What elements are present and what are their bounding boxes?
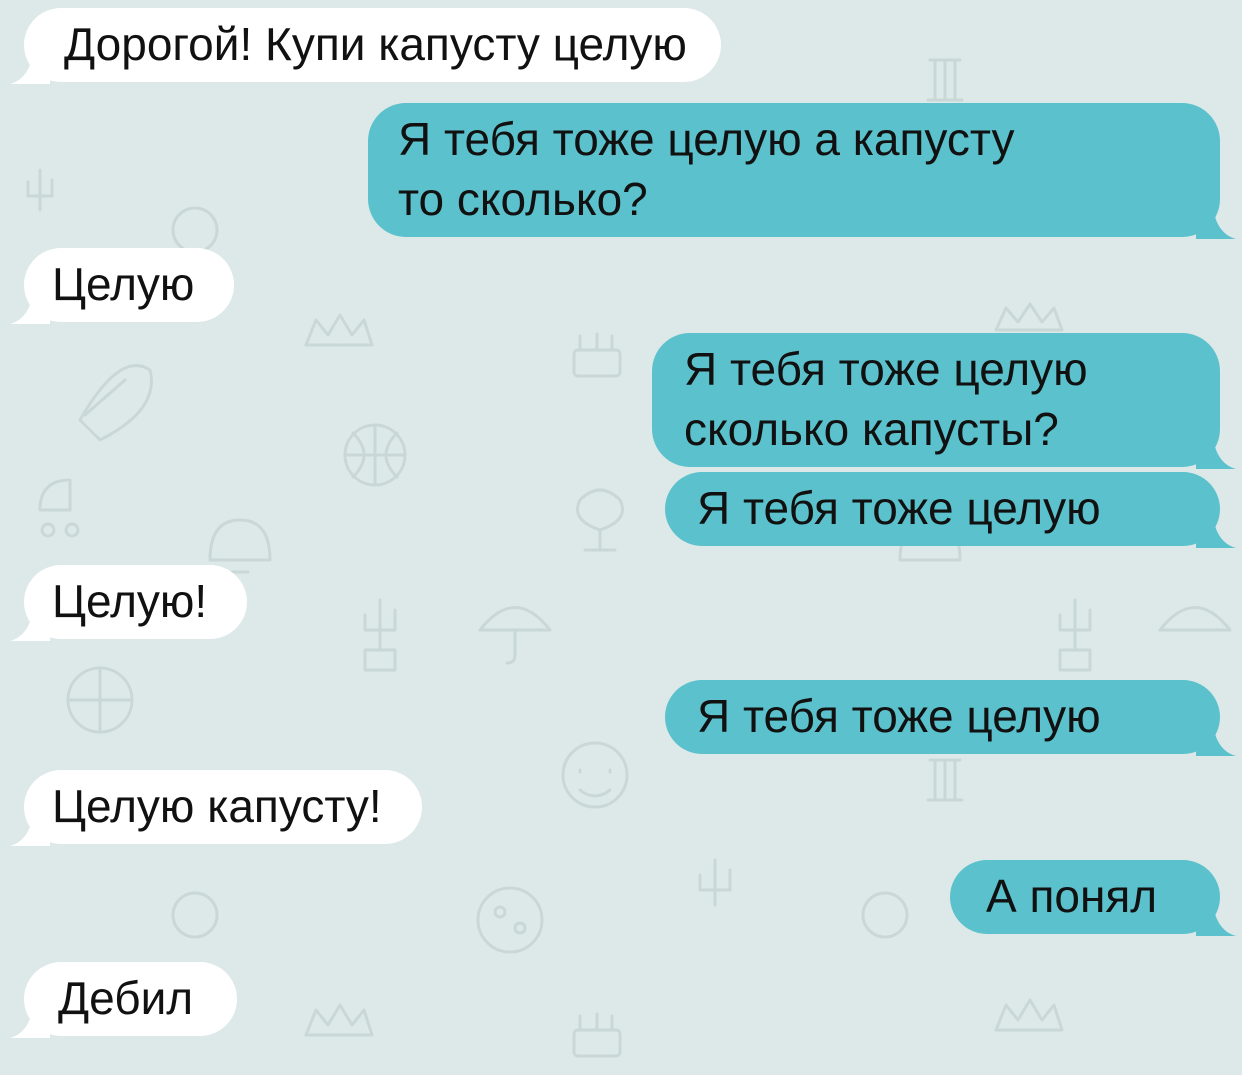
crown-icon — [994, 302, 1064, 332]
umbrella-icon — [478, 606, 552, 665]
umbrella-icon — [1158, 606, 1232, 632]
message-text: Целую капусту! — [52, 780, 382, 832]
cactus-icon — [1058, 598, 1092, 672]
message-text: Я тебя тоже целую а капусту — [398, 113, 1015, 165]
crown-icon — [304, 1003, 374, 1037]
smiley-icon — [561, 741, 629, 809]
cactus-icon — [698, 858, 732, 907]
message-bubble-outgoing[interactable]: Я тебя тоже целую сколько капусты? — [652, 333, 1236, 469]
basketball-icon — [343, 423, 407, 487]
basketball-icon — [66, 666, 134, 734]
message-text: А понял — [986, 870, 1158, 922]
leaf-icon — [78, 364, 153, 442]
message-bubble-outgoing[interactable]: А понял — [950, 860, 1236, 936]
bubble-tail — [10, 284, 50, 324]
bubble-tail — [1196, 429, 1236, 469]
message-text: Целую — [52, 258, 195, 310]
message-text: сколько капусты? — [684, 403, 1059, 455]
message-bubble-incoming[interactable]: Дорогой! Купи капусту целую — [10, 8, 721, 84]
stroller-icon — [38, 478, 80, 538]
message-text: Целую! — [52, 575, 208, 627]
lightbulb-icon — [861, 891, 909, 939]
crown-icon — [994, 998, 1064, 1032]
message-text: Дорогой! Купи капусту целую — [64, 18, 687, 70]
bubble-tail — [10, 806, 50, 846]
bubble-tail — [10, 601, 50, 641]
bubble-tail — [1196, 508, 1236, 548]
message-text: то сколько? — [398, 173, 648, 225]
bell-icon — [208, 518, 272, 574]
bubble-tail — [10, 998, 50, 1038]
cake-icon — [572, 1012, 622, 1058]
bubble-tail — [1196, 716, 1236, 756]
bubble-tail — [1196, 896, 1236, 936]
lightbulb-icon — [171, 891, 219, 939]
message-bubble-incoming[interactable]: Целую! — [10, 565, 248, 641]
column-icon — [926, 758, 964, 802]
pizza-icon — [476, 886, 544, 954]
message-bubble-incoming[interactable]: Целую капусту! — [10, 770, 422, 846]
bubble-tail — [1196, 199, 1236, 239]
crown-icon — [304, 313, 374, 347]
message-bubble-incoming[interactable]: Целую — [10, 248, 235, 324]
message-bubble-outgoing[interactable]: Я тебя тоже целую — [665, 680, 1236, 756]
message-text: Я тебя тоже целую — [697, 690, 1101, 742]
ice-cream-icon — [576, 488, 624, 552]
cactus-icon — [363, 598, 397, 672]
bubble-tail — [10, 44, 50, 84]
message-text: Я тебя тоже целую — [684, 343, 1088, 395]
message-text: Дебил — [58, 972, 194, 1024]
cactus-icon — [26, 168, 54, 212]
message-text: Я тебя тоже целую — [697, 482, 1101, 534]
cake-icon — [572, 332, 622, 378]
message-bubble-incoming[interactable]: Дебил — [10, 962, 238, 1038]
message-bubble-outgoing[interactable]: Я тебя тоже целую а капусту то сколько? — [368, 103, 1236, 239]
column-icon — [926, 58, 964, 102]
message-bubble-outgoing[interactable]: Я тебя тоже целую — [665, 472, 1236, 548]
